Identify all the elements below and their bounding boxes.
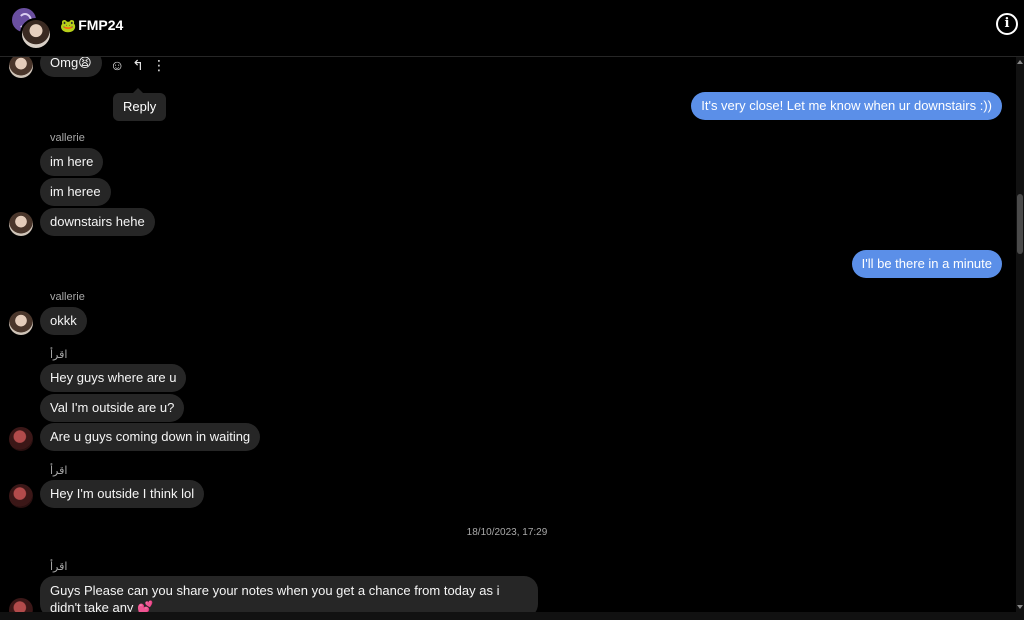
message-thread[interactable]: Omg😫 ☺ ↰ ⋮ Reply It's very close! Let me k… bbox=[0, 57, 1016, 612]
message-bubble-outgoing[interactable]: I'll be there in a minute bbox=[851, 250, 1002, 278]
sender-name: اقرأ bbox=[50, 561, 68, 573]
chat-title-text: FMP24 bbox=[78, 17, 124, 33]
chat-title[interactable]: 🐸 FMP24 bbox=[60, 17, 123, 34]
scroll-up-arrow-icon[interactable] bbox=[1017, 60, 1023, 64]
message-bubble[interactable]: Guys Please can you share your notes whe… bbox=[40, 576, 538, 612]
message-bubble[interactable]: Omg😫 bbox=[40, 57, 102, 77]
message-bubble[interactable]: Val I'm outside are u? bbox=[40, 394, 185, 422]
timestamp: 18/10/2023, 17:29 bbox=[466, 527, 548, 538]
reply-arrow-icon[interactable]: ↰ bbox=[132, 57, 144, 73]
avatar[interactable] bbox=[9, 212, 33, 236]
sender-name: اقرأ bbox=[50, 349, 68, 361]
message-actions: ☺ ↰ ⋮ bbox=[110, 57, 174, 74]
avatar[interactable] bbox=[9, 484, 33, 508]
message-bubble[interactable]: im here bbox=[40, 148, 104, 176]
scroll-down-arrow-icon[interactable] bbox=[1017, 605, 1023, 609]
frog-emoji-icon: 🐸 bbox=[60, 18, 77, 33]
message-bubble[interactable]: okkk bbox=[40, 307, 87, 335]
avatar[interactable] bbox=[9, 311, 33, 335]
group-avatar-front bbox=[20, 18, 52, 50]
sender-name: اقرأ bbox=[50, 465, 68, 477]
sender-name: vallerie bbox=[50, 132, 85, 144]
horizontal-scrollbar[interactable] bbox=[0, 612, 1024, 620]
message-bubble[interactable]: Hey I'm outside I think lol bbox=[40, 480, 205, 508]
avatar[interactable] bbox=[9, 57, 33, 78]
message-bubble-outgoing[interactable]: It's very close! Let me know when ur dow… bbox=[691, 92, 1002, 120]
more-vertical-icon[interactable]: ⋮ bbox=[152, 57, 166, 73]
scroll-thumb[interactable] bbox=[1017, 194, 1023, 254]
avatar[interactable] bbox=[9, 598, 33, 612]
reply-tooltip: Reply bbox=[113, 88, 167, 121]
info-icon[interactable]: i bbox=[996, 13, 1018, 35]
avatar[interactable] bbox=[9, 427, 33, 451]
sender-name: vallerie bbox=[50, 291, 85, 303]
message-bubble[interactable]: Hey guys where are u bbox=[40, 364, 187, 392]
chat-header: 🐸 FMP24 i bbox=[0, 0, 1024, 57]
group-avatar[interactable] bbox=[8, 6, 52, 50]
message-bubble[interactable]: Are u guys coming down in waiting bbox=[40, 423, 261, 451]
scrollbar[interactable] bbox=[1016, 57, 1024, 612]
smiley-icon[interactable]: ☺ bbox=[110, 57, 124, 73]
message-bubble[interactable]: im heree bbox=[40, 178, 111, 206]
message-bubble[interactable]: downstairs hehe bbox=[40, 208, 155, 236]
